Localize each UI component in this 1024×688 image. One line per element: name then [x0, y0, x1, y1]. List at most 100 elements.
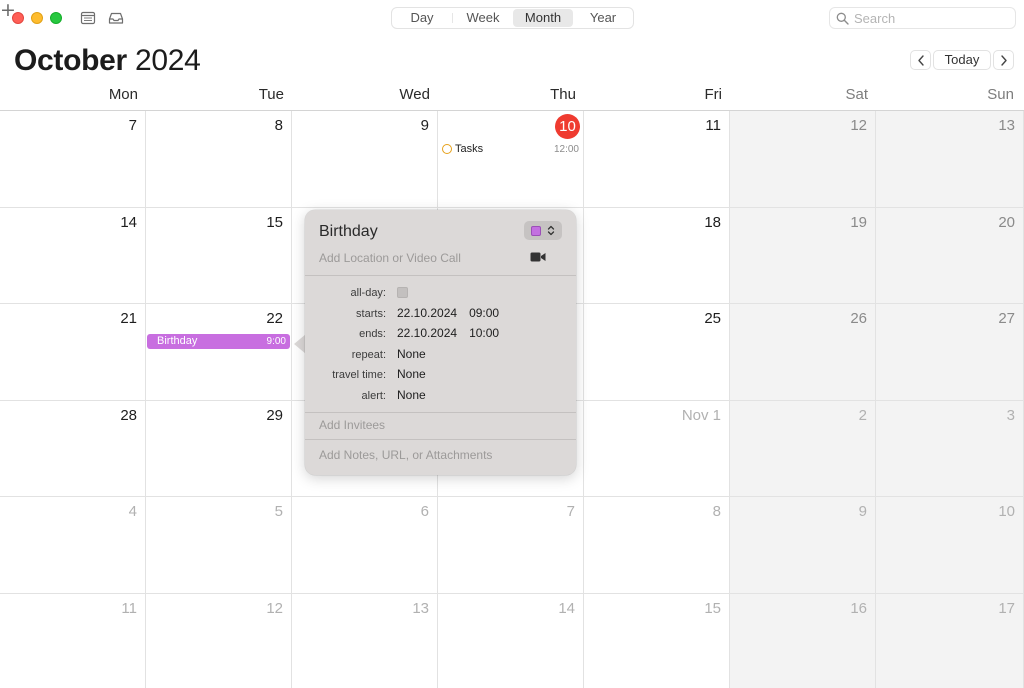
view-month-button[interactable]: Month — [513, 9, 573, 27]
weekday-mon: Mon — [108, 86, 138, 103]
search-field[interactable] — [829, 7, 1016, 29]
day-cell[interactable]: 22 — [146, 304, 292, 401]
day-number: 10 — [998, 503, 1015, 520]
day-cell[interactable]: 10 — [438, 111, 584, 208]
day-number: 8 — [712, 503, 721, 520]
travel-time-value[interactable]: None — [397, 367, 426, 381]
today-button[interactable]: Today — [933, 50, 991, 70]
day-cell[interactable]: 5 — [146, 497, 292, 594]
day-cell[interactable]: 7 — [0, 111, 146, 208]
day-cell[interactable]: 8 — [584, 497, 730, 594]
weekday-tue: Tue — [258, 86, 284, 103]
weekday-wed: Wed — [399, 86, 430, 103]
event-tasks[interactable]: Tasks 12:00 — [441, 142, 581, 156]
starts-value[interactable]: 22.10.2024 09:00 — [397, 306, 499, 320]
day-cell[interactable]: 4 — [0, 497, 146, 594]
day-cell[interactable]: 12 — [730, 111, 876, 208]
search-icon — [836, 12, 849, 25]
next-month-button[interactable] — [993, 50, 1014, 70]
day-number: 29 — [266, 407, 283, 424]
all-day-checkbox[interactable] — [397, 287, 408, 298]
event-popover: Birthday Add Location or Video Call all-… — [305, 210, 576, 475]
toolbar: + Day Week Month Year — [0, 0, 1024, 36]
day-cell[interactable]: 10 — [876, 497, 1024, 594]
notes-field[interactable]: Add Notes, URL, or Attachments — [319, 447, 492, 463]
day-number: 14 — [120, 214, 137, 231]
day-cell[interactable]: 19 — [730, 208, 876, 304]
day-number: 7 — [128, 117, 137, 134]
day-cell[interactable]: 20 — [876, 208, 1024, 304]
day-number: 25 — [704, 310, 721, 327]
event-birthday[interactable]: Birthday 9:00 — [147, 334, 290, 349]
day-number: 9 — [420, 117, 429, 134]
day-cell[interactable]: 18 — [584, 208, 730, 304]
starts-date[interactable]: 22.10.2024 — [397, 306, 457, 320]
day-number: 20 — [998, 214, 1015, 231]
alert-value[interactable]: None — [397, 388, 426, 402]
day-cell[interactable]: 8 — [146, 111, 292, 208]
day-cell[interactable]: 7 — [438, 497, 584, 594]
previous-month-button[interactable] — [910, 50, 931, 70]
view-year-button[interactable]: Year — [573, 8, 633, 28]
day-number: 14 — [558, 600, 575, 617]
day-cell[interactable]: 21 — [0, 304, 146, 401]
day-number: 21 — [120, 310, 137, 327]
day-number: 15 — [266, 214, 283, 231]
popover-title[interactable]: Birthday — [319, 222, 378, 242]
minimize-window-button[interactable] — [31, 12, 43, 24]
day-cell[interactable]: 29 — [146, 401, 292, 497]
ends-date[interactable]: 22.10.2024 — [397, 326, 457, 340]
zoom-window-button[interactable] — [50, 12, 62, 24]
day-cell[interactable]: 11 — [0, 594, 146, 688]
month-label: October — [14, 44, 127, 77]
day-cell[interactable]: 11 — [584, 111, 730, 208]
day-cell[interactable]: 14 — [438, 594, 584, 688]
day-number: 12 — [850, 117, 867, 134]
day-cell[interactable]: 3 — [876, 401, 1024, 497]
inbox-icon[interactable] — [108, 10, 124, 26]
day-cell[interactable]: 6 — [292, 497, 438, 594]
weekday-thu: Thu — [550, 86, 576, 103]
day-cell[interactable]: 15 — [584, 594, 730, 688]
location-field[interactable]: Add Location or Video Call — [319, 250, 461, 266]
task-ring-icon — [442, 144, 452, 154]
view-day-button[interactable]: Day — [392, 8, 452, 28]
day-cell[interactable]: 26 — [730, 304, 876, 401]
day-number: 2 — [858, 407, 867, 424]
starts-time[interactable]: 09:00 — [469, 306, 499, 320]
day-cell[interactable]: 13 — [876, 111, 1024, 208]
day-number: 4 — [128, 503, 137, 520]
day-cell[interactable]: 9 — [292, 111, 438, 208]
ends-time[interactable]: 10:00 — [469, 326, 499, 340]
day-cell[interactable]: 27 — [876, 304, 1024, 401]
starts-label: starts: — [356, 308, 386, 320]
repeat-value[interactable]: None — [397, 347, 426, 361]
day-cell[interactable]: 16 — [730, 594, 876, 688]
day-number: 27 — [998, 310, 1015, 327]
day-cell[interactable]: 28 — [0, 401, 146, 497]
video-camera-icon[interactable] — [530, 251, 546, 263]
day-cell[interactable]: 12 — [146, 594, 292, 688]
weekday-header: Mon Tue Wed Thu Fri Sat Sun — [0, 86, 1024, 110]
day-cell[interactable]: 17 — [876, 594, 1024, 688]
divider — [305, 412, 576, 413]
close-window-button[interactable] — [12, 12, 24, 24]
day-number: 9 — [858, 503, 867, 520]
search-input[interactable] — [854, 10, 1009, 26]
weekday-sun: Sun — [987, 86, 1014, 103]
day-cell[interactable]: Nov 1 — [584, 401, 730, 497]
day-cell[interactable]: 15 — [146, 208, 292, 304]
calendar-color-picker[interactable] — [524, 221, 562, 240]
day-cell[interactable]: 25 — [584, 304, 730, 401]
calendar-list-icon[interactable] — [80, 10, 96, 26]
view-week-button[interactable]: Week — [453, 8, 513, 28]
day-cell[interactable]: 13 — [292, 594, 438, 688]
day-cell[interactable]: 9 — [730, 497, 876, 594]
day-cell[interactable]: 2 — [730, 401, 876, 497]
alert-label: alert: — [361, 390, 386, 402]
day-number: 17 — [998, 600, 1015, 617]
day-number: 6 — [420, 503, 429, 520]
day-cell[interactable]: 14 — [0, 208, 146, 304]
ends-value[interactable]: 22.10.2024 10:00 — [397, 326, 499, 340]
invitees-field[interactable]: Add Invitees — [319, 417, 385, 433]
